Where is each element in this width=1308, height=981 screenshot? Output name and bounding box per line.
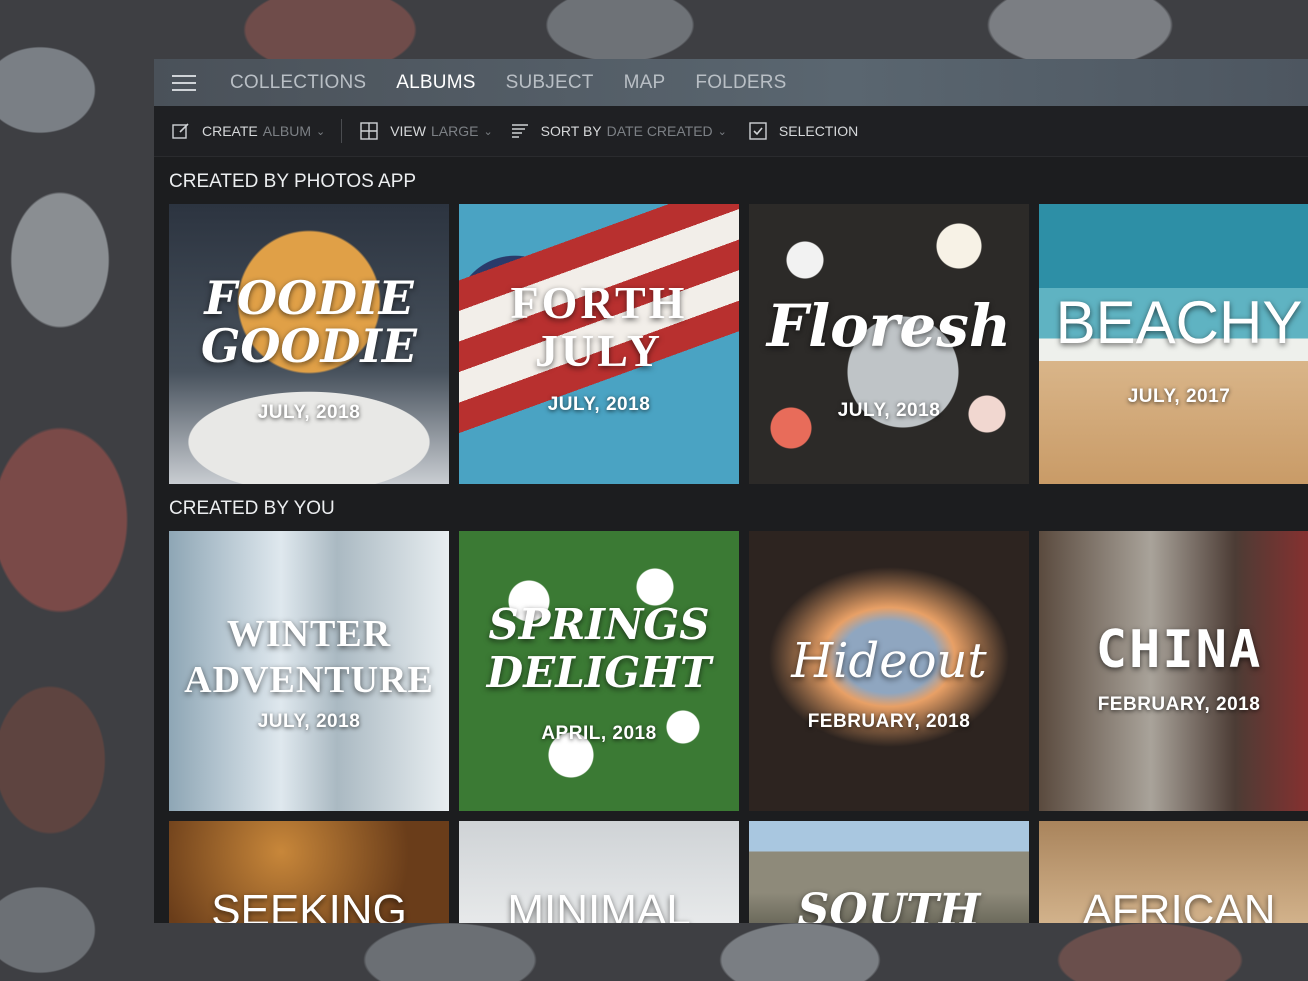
toolbar: CREATE ALBUM ⌄ VIEW LARGE ⌄ SORT BY DATE…: [154, 106, 1308, 157]
tab-collections[interactable]: COLLECTIONS: [230, 72, 366, 94]
create-album-button[interactable]: CREATE ALBUM ⌄: [172, 122, 325, 140]
checkbox-icon: [749, 122, 767, 140]
album-tile[interactable]: MINIMAL: [459, 821, 739, 923]
album-date: JULY, 2017: [1127, 386, 1231, 407]
album-title: FOODIE GOODIE: [201, 271, 417, 373]
album-title: MINIMAL: [507, 886, 691, 924]
album-title: FORTH JULY: [510, 277, 688, 376]
album-tile[interactable]: SOUTH: [749, 821, 1029, 923]
tab-folders[interactable]: FOLDERS: [695, 72, 786, 94]
album-title: Floresh: [766, 292, 1012, 360]
section-title-photos-app: CREATED BY PHOTOS APP: [169, 171, 417, 192]
album-tile[interactable]: WINTER ADVENTURE JULY, 2018: [169, 531, 449, 811]
selection-button[interactable]: SELECTION: [749, 122, 858, 140]
album-date: JULY, 2018: [837, 400, 941, 421]
grid-icon: [360, 122, 378, 140]
sort-label: SORT BY: [540, 123, 602, 139]
album-tile[interactable]: Floresh JULY, 2018: [749, 204, 1029, 484]
view-size-button[interactable]: VIEW LARGE ⌄: [360, 122, 493, 140]
album-tile[interactable]: Hideout FEBRUARY, 2018: [749, 531, 1029, 811]
album-date: FEBRUARY, 2018: [1097, 694, 1261, 715]
album-title: SPRINGS DELIGHT: [486, 600, 712, 697]
album-date: JULY, 2018: [547, 394, 651, 415]
album-date: JULY, 2018: [257, 711, 361, 732]
tab-map[interactable]: MAP: [624, 72, 666, 94]
album-grid-photos-app: FOODIE GOODIE JULY, 2018 FORTH JULY JULY…: [169, 204, 1308, 484]
album-date: APRIL, 2018: [541, 723, 657, 744]
album-grid-you: WINTER ADVENTURE JULY, 2018 SPRINGS DELI…: [169, 531, 1308, 811]
sort-value: DATE CREATED: [606, 123, 713, 139]
toolbar-divider: [341, 119, 343, 143]
chevron-down-icon: ⌄: [717, 125, 727, 138]
album-tile[interactable]: AFRICAN: [1039, 821, 1308, 923]
album-title: WINTER ADVENTURE: [184, 613, 434, 701]
create-value: ALBUM: [262, 123, 311, 139]
selection-label: SELECTION: [778, 123, 859, 139]
view-value: LARGE: [430, 123, 479, 139]
section-title-you: CREATED BY YOU: [169, 498, 335, 519]
album-grid-you-row-2: SEEKING MINIMAL SOUTH AFRICAN: [169, 821, 1308, 923]
album-title: AFRICAN: [1082, 886, 1276, 924]
hamburger-menu-icon[interactable]: [172, 70, 196, 96]
top-nav: COLLECTIONS ALBUMS SUBJECT MAP FOLDERS: [154, 59, 1308, 106]
album-title: SEEKING: [211, 886, 407, 924]
album-tile[interactable]: BEACHY JULY, 2017: [1039, 204, 1308, 484]
chevron-down-icon: ⌄: [315, 125, 326, 138]
sort-button[interactable]: SORT BY DATE CREATED ⌄: [511, 122, 727, 140]
photos-app-window: COLLECTIONS ALBUMS SUBJECT MAP FOLDERS C…: [154, 59, 1308, 923]
album-tile[interactable]: FORTH JULY JULY, 2018: [459, 204, 739, 484]
tab-subject[interactable]: SUBJECT: [506, 72, 594, 94]
album-tile[interactable]: SPRINGS DELIGHT APRIL, 2018: [459, 531, 739, 811]
album-tile[interactable]: SEEKING: [169, 821, 449, 923]
album-title: Hideout: [791, 633, 987, 689]
album-tile[interactable]: CHINA FEBRUARY, 2018: [1039, 531, 1308, 811]
album-title: BEACHY: [1055, 289, 1303, 356]
sort-lines-icon: [511, 124, 528, 138]
album-date: JULY, 2018: [257, 402, 361, 423]
album-date: FEBRUARY, 2018: [807, 711, 971, 732]
album-title: SOUTH: [797, 885, 981, 924]
tab-albums[interactable]: ALBUMS: [396, 72, 475, 94]
edit-icon: [172, 123, 189, 139]
create-label: CREATE: [202, 123, 258, 139]
album-title: CHINA: [1095, 620, 1263, 680]
view-label: VIEW: [390, 123, 426, 139]
chevron-down-icon: ⌄: [483, 125, 493, 138]
album-tile[interactable]: FOODIE GOODIE JULY, 2018: [169, 204, 449, 484]
